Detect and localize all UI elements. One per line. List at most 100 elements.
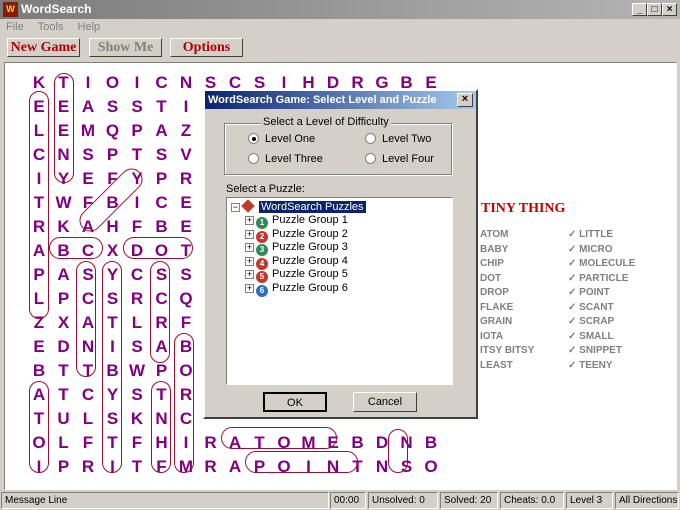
grid-letter[interactable]: N xyxy=(174,73,198,93)
grid-letter[interactable]: L xyxy=(52,433,76,453)
grid-letter[interactable]: B xyxy=(419,433,443,453)
grid-letter[interactable]: E xyxy=(27,337,51,357)
options-button[interactable]: Options xyxy=(170,38,243,57)
grid-letter[interactable]: B xyxy=(346,433,370,453)
grid-letter[interactable]: F xyxy=(125,217,149,237)
grid-letter[interactable]: X xyxy=(101,241,125,261)
grid-letter[interactable]: P xyxy=(52,457,76,477)
grid-letter[interactable]: I xyxy=(125,73,149,93)
maximize-button[interactable]: □ xyxy=(647,3,662,16)
radio-level-four[interactable]: Level Four xyxy=(365,153,434,165)
grid-letter[interactable]: K xyxy=(27,73,51,93)
grid-letter[interactable]: F xyxy=(76,433,100,453)
grid-letter[interactable]: I xyxy=(76,73,100,93)
grid-letter[interactable]: A xyxy=(76,97,100,117)
grid-letter[interactable]: C xyxy=(125,265,149,285)
dialog-close-button[interactable]: × xyxy=(457,93,473,107)
grid-letter[interactable]: C xyxy=(150,73,174,93)
difficulty-groupbox: Select a Level of Difficulty xyxy=(224,116,452,175)
grid-letter[interactable]: M xyxy=(76,121,100,141)
grid-letter[interactable]: Q xyxy=(101,121,125,141)
grid-letter[interactable]: A xyxy=(150,121,174,141)
grid-letter[interactable]: O xyxy=(101,73,125,93)
grid-letter[interactable]: U xyxy=(52,409,76,429)
grid-letter[interactable]: S xyxy=(76,145,100,165)
grid-letter[interactable]: C xyxy=(150,193,174,213)
grid-letter[interactable]: P xyxy=(52,289,76,309)
collapse-icon[interactable]: − xyxy=(231,203,240,212)
tree-item-puzzle-group-6[interactable]: +6 Puzzle Group 6 xyxy=(245,282,348,297)
expand-icon[interactable]: + xyxy=(245,216,254,225)
expand-icon[interactable]: + xyxy=(245,243,254,252)
new-game-button[interactable]: New Game xyxy=(7,38,80,57)
grid-letter[interactable]: F xyxy=(174,313,198,333)
grid-letter[interactable]: A xyxy=(223,457,247,477)
grid-letter[interactable]: B xyxy=(150,217,174,237)
radio-level-one[interactable]: Level One xyxy=(248,133,315,145)
grid-letter[interactable]: D xyxy=(52,337,76,357)
grid-letter[interactable]: R xyxy=(125,289,149,309)
grid-letter[interactable]: P xyxy=(150,169,174,189)
grid-letter[interactable]: I xyxy=(174,97,198,117)
grid-letter[interactable]: T xyxy=(150,97,174,117)
radio-icon xyxy=(365,133,376,144)
tree-root[interactable]: − WordSearch Puzzles xyxy=(231,199,366,213)
expand-icon[interactable]: + xyxy=(245,229,254,239)
found-word-ring xyxy=(123,237,193,259)
found-word-ring xyxy=(388,429,408,473)
menu-file[interactable]: File xyxy=(0,19,29,33)
grid-letter[interactable]: W xyxy=(52,193,76,213)
radio-level-two[interactable]: Level Two xyxy=(365,133,431,145)
expand-icon[interactable]: + xyxy=(245,270,254,279)
puzzle-tree[interactable]: − WordSearch Puzzles +1 Puzzle Group 1 +2 Pu… xyxy=(226,197,453,385)
grid-letter[interactable]: R xyxy=(174,169,198,189)
menu-tools[interactable]: Tools xyxy=(32,19,69,33)
grid-letter[interactable]: E xyxy=(76,169,100,189)
radio-level-three[interactable]: Level Three xyxy=(248,153,323,165)
grid-letter[interactable]: A xyxy=(52,265,76,285)
grid-letter[interactable]: R xyxy=(76,457,100,477)
minimize-button[interactable]: _ xyxy=(632,3,647,16)
expand-icon[interactable]: + xyxy=(245,256,254,266)
show-me-button[interactable]: Show Me xyxy=(89,38,162,57)
grid-letter[interactable]: S xyxy=(125,97,149,117)
grid-letter[interactable]: L xyxy=(76,409,100,429)
app-icon[interactable]: W xyxy=(3,2,18,17)
grid-letter[interactable]: E xyxy=(174,193,198,213)
grid-letter[interactable]: P xyxy=(125,121,149,141)
cancel-button[interactable]: Cancel xyxy=(353,392,417,412)
radio-icon xyxy=(365,153,376,164)
grid-letter[interactable]: T xyxy=(52,385,76,405)
grid-letter[interactable]: T xyxy=(52,361,76,381)
grid-letter[interactable]: O xyxy=(419,457,443,477)
grid-letter[interactable]: S xyxy=(125,385,149,405)
grid-letter[interactable]: S xyxy=(150,145,174,165)
grid-letter[interactable]: L xyxy=(125,313,149,333)
menu-help[interactable]: Help xyxy=(72,19,106,33)
close-button[interactable]: × xyxy=(662,3,677,16)
word-list-item-found: ✓ MOLECULE xyxy=(568,258,636,269)
grid-letter[interactable]: Q xyxy=(174,289,198,309)
grid-letter[interactable]: B xyxy=(27,361,51,381)
grid-letter[interactable]: X xyxy=(52,313,76,333)
grid-letter[interactable]: E xyxy=(174,217,198,237)
grid-letter[interactable]: F xyxy=(125,433,149,453)
grid-letter[interactable]: R xyxy=(199,457,223,477)
grid-letter[interactable]: P xyxy=(150,361,174,381)
grid-letter[interactable]: Z xyxy=(174,121,198,141)
grid-letter[interactable]: S xyxy=(125,337,149,357)
grid-letter[interactable]: S xyxy=(101,97,125,117)
grid-letter[interactable]: W xyxy=(125,361,149,381)
grid-letter[interactable]: S xyxy=(174,265,198,285)
grid-letter[interactable]: K xyxy=(125,409,149,429)
grid-letter[interactable]: V xyxy=(174,145,198,165)
grid-letter[interactable]: K xyxy=(52,217,76,237)
grid-letter[interactable]: P xyxy=(101,145,125,165)
ok-button[interactable]: OK xyxy=(263,392,327,412)
grid-letter[interactable]: C xyxy=(76,385,100,405)
grid-letter[interactable]: T xyxy=(125,145,149,165)
grid-letter[interactable]: T xyxy=(125,457,149,477)
grid-letter[interactable]: R xyxy=(199,433,223,453)
solved-count: Solved: 20 xyxy=(440,492,498,509)
expand-icon[interactable]: + xyxy=(245,283,254,293)
